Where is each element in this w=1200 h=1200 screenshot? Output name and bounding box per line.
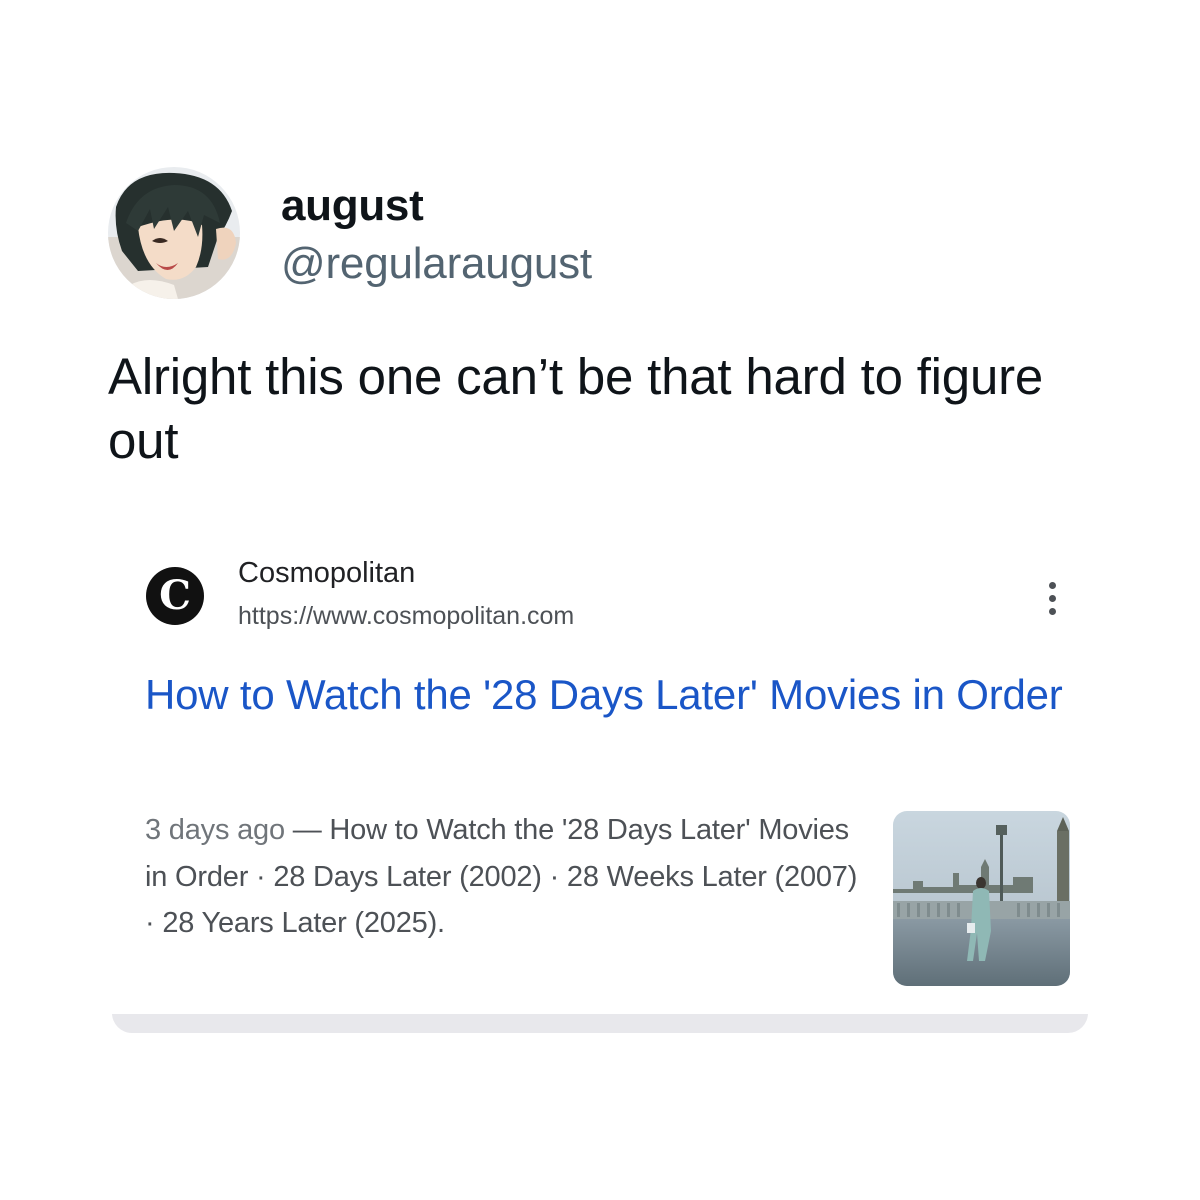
thumbnail-image <box>893 811 1070 986</box>
site-url[interactable]: https://www.cosmopolitan.com <box>238 600 574 632</box>
snippet-date: 3 days ago <box>145 814 285 846</box>
result-snippet: 3 days ago — How to Watch the '28 Days L… <box>145 807 870 947</box>
site-name[interactable]: Cosmopolitan <box>238 555 415 591</box>
more-options-icon[interactable] <box>1038 578 1068 618</box>
page: august @regularaugust Alright this one c… <box>0 0 1200 1200</box>
result-title-link[interactable]: How to Watch the '28 Days Later' Movies … <box>145 666 1065 723</box>
result-thumbnail[interactable] <box>893 811 1070 986</box>
avatar[interactable] <box>108 167 240 299</box>
avatar-image <box>108 167 240 299</box>
user-handle[interactable]: @regularaugust <box>281 238 592 290</box>
card-shadow <box>112 1013 1088 1033</box>
display-name[interactable]: august <box>281 180 424 232</box>
card-bottom <box>112 990 1088 1014</box>
tweet-text: Alright this one can’t be that hard to f… <box>108 348 1044 469</box>
site-favicon-icon[interactable]: C <box>146 567 204 625</box>
snippet-separator: — <box>284 814 330 846</box>
